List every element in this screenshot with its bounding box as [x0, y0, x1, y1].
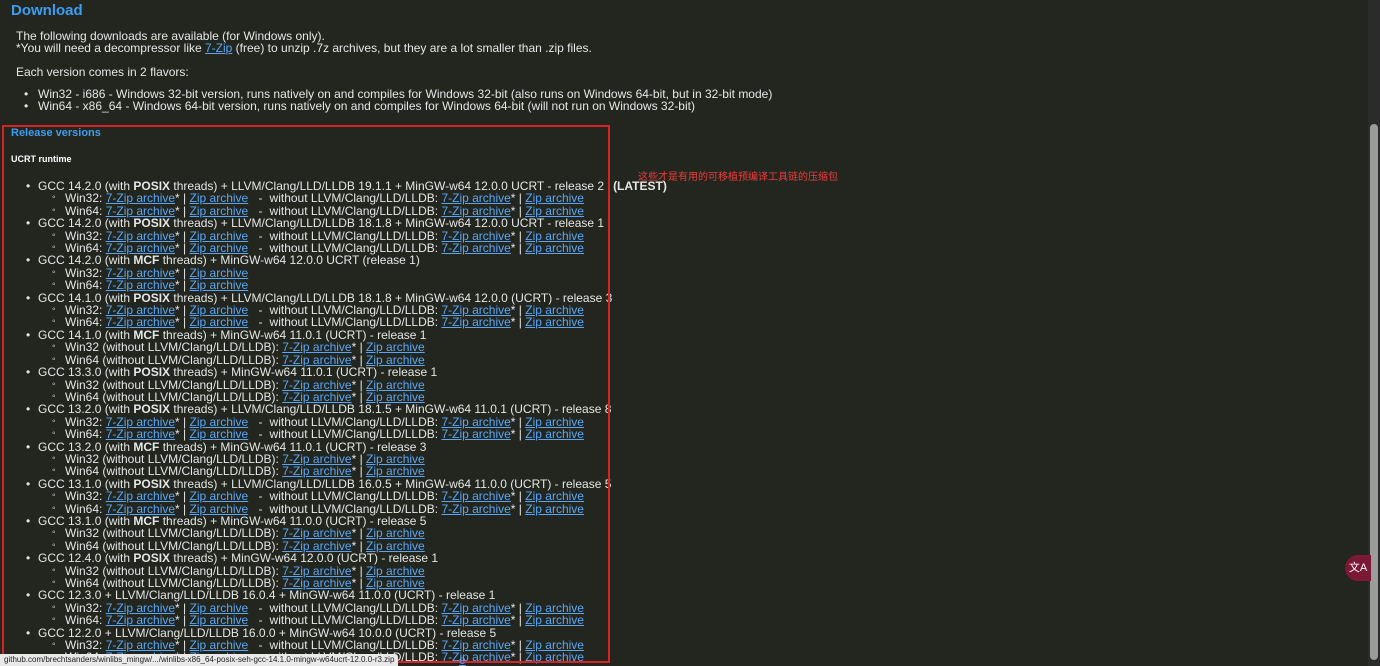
annotation-note: 这些才是有用的可移植预编译工具链的压缩包	[638, 172, 838, 183]
7zip-link[interactable]: 7-Zip	[205, 41, 232, 55]
status-bar-url: github.com/brechtsanders/winlibs_mingw/.…	[0, 654, 399, 666]
partial-archive-link[interactable]: e	[459, 653, 466, 666]
decompressor-note: *You will need a decompressor like 7-Zip…	[16, 42, 592, 54]
download-heading: Download	[11, 2, 83, 19]
scrollbar-thumb[interactable]	[1370, 124, 1378, 660]
flavors-list: Win32 - i686 - Windows 32-bit version, r…	[24, 88, 772, 113]
translate-icon[interactable]: 文A	[1345, 555, 1371, 581]
flavor-win64: Win64 - x86_64 - Windows 64-bit version,…	[24, 100, 772, 113]
page: Download The following downloads are ava…	[0, 0, 1380, 666]
status-bar-overflow-text: e	[459, 654, 466, 666]
decompressor-note-post: (free) to unzip .7z archives, but they a…	[232, 41, 592, 55]
decompressor-note-pre: *You will need a decompressor like	[16, 41, 205, 55]
highlight-box	[2, 125, 610, 663]
flavors-intro: Each version comes in 2 flavors:	[16, 65, 189, 79]
